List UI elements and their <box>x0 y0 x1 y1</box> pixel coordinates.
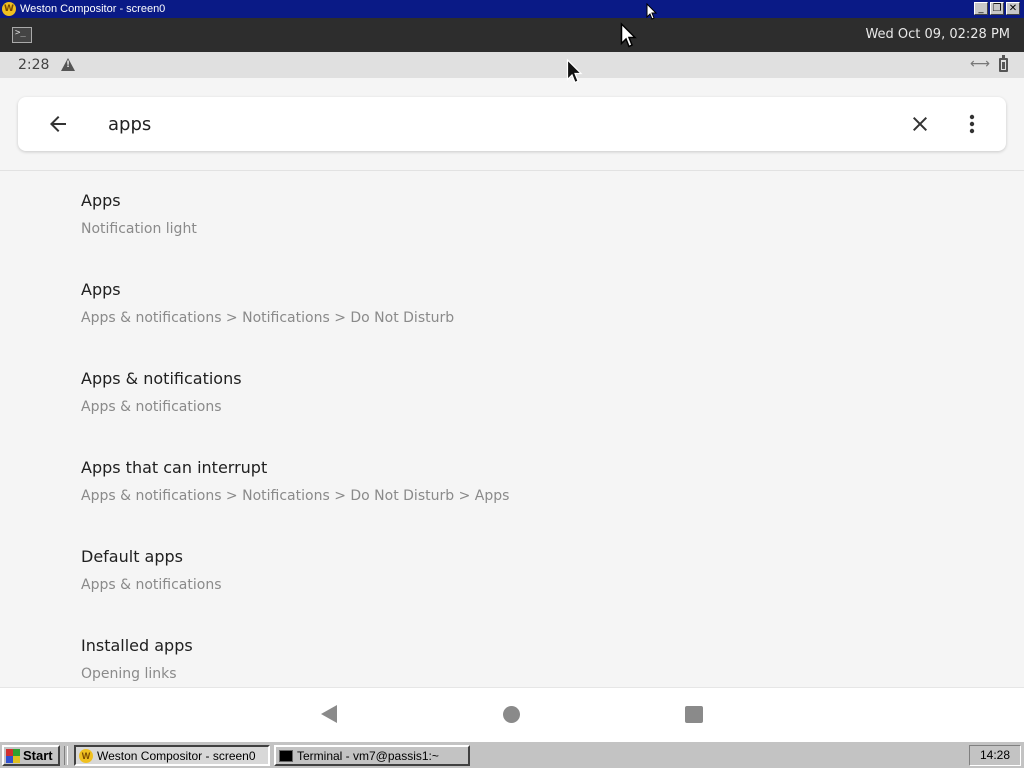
window-title: Weston Compositor - screen0 <box>20 3 166 15</box>
nav-back-icon[interactable] <box>321 705 337 723</box>
result-title: Apps that can interrupt <box>81 458 268 477</box>
result-summary: Opening links <box>81 666 177 682</box>
terminal-icon[interactable] <box>12 27 32 43</box>
result-summary: Apps & notifications <box>81 577 222 593</box>
search-bar <box>18 97 1006 151</box>
back-arrow-icon[interactable] <box>46 112 70 136</box>
result-item[interactable]: Apps that can interrupt Apps & notificat… <box>0 438 1024 527</box>
result-summary: Apps & notifications > Notifications > D… <box>81 310 455 326</box>
status-time: 2:28 <box>18 57 50 73</box>
start-logo-icon <box>6 748 20 763</box>
start-label: Start <box>23 748 53 763</box>
nav-recents-icon[interactable] <box>685 706 703 723</box>
warning-icon <box>61 58 75 71</box>
battery-icon <box>999 55 1008 72</box>
result-title: Apps & notifications <box>81 369 242 388</box>
link-icon: ⟷ <box>969 56 990 72</box>
close-button[interactable]: ✕ <box>1006 2 1020 15</box>
task-label: Terminal - vm7@passis1:~ <box>297 748 439 763</box>
result-summary: Apps & notifications > Notifications > D… <box>81 488 510 504</box>
result-item[interactable]: Apps & notifications Apps & notification… <box>0 349 1024 438</box>
window-titlebar[interactable]: W Weston Compositor - screen0 _ ❐ ✕ <box>0 0 1024 18</box>
result-title: Default apps <box>81 547 183 566</box>
nav-home-icon[interactable] <box>503 706 520 723</box>
minimize-button[interactable]: _ <box>974 2 988 15</box>
window-controls: _ ❐ ✕ <box>974 2 1020 15</box>
more-vert-icon[interactable] <box>962 112 982 136</box>
result-item[interactable]: Installed apps Opening links <box>0 616 1024 687</box>
close-icon[interactable] <box>908 112 932 136</box>
taskbar: Start W Weston Compositor - screen0 Term… <box>0 741 1024 768</box>
panel-clock: Wed Oct 09, 02:28 PM <box>865 27 1010 42</box>
result-title: Apps <box>81 191 121 210</box>
search-results-list: Apps Notification light Apps Apps & noti… <box>0 171 1024 687</box>
weston-icon: W <box>79 748 93 763</box>
result-item[interactable]: Default apps Apps & notifications <box>0 527 1024 616</box>
taskbar-clock: 14:28 <box>969 745 1021 766</box>
android-nav-bar <box>0 687 1024 741</box>
task-weston[interactable]: W Weston Compositor - screen0 <box>74 745 270 766</box>
result-item[interactable]: Apps Notification light <box>0 171 1024 260</box>
task-label: Weston Compositor - screen0 <box>97 748 256 763</box>
result-title: Apps <box>81 280 121 299</box>
result-summary: Apps & notifications <box>81 399 222 415</box>
taskbar-separator <box>64 746 68 765</box>
terminal-icon <box>279 749 293 762</box>
weston-icon: W <box>2 2 16 16</box>
start-button[interactable]: Start <box>2 745 60 766</box>
weston-panel: Wed Oct 09, 02:28 PM <box>0 18 1024 52</box>
result-item[interactable]: Apps Apps & notifications > Notification… <box>0 260 1024 349</box>
search-input[interactable] <box>108 110 868 138</box>
task-terminal[interactable]: Terminal - vm7@passis1:~ <box>274 745 470 766</box>
restore-button[interactable]: ❐ <box>990 2 1004 15</box>
result-title: Installed apps <box>81 636 193 655</box>
android-status-bar: 2:28 ⟷ <box>0 52 1024 78</box>
result-summary: Notification light <box>81 221 197 237</box>
